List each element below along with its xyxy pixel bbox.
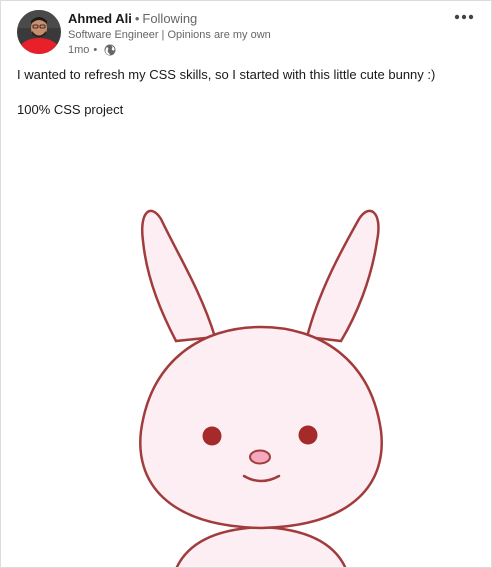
author-name-row: Ahmed Ali • Following	[68, 11, 197, 27]
post-text-line: I wanted to refresh my CSS skills, so I …	[17, 67, 436, 82]
time-separator: •	[93, 44, 98, 56]
bunny-left-eye	[202, 426, 222, 446]
bunny-illustration	[139, 209, 383, 567]
name-separator: •	[134, 11, 140, 26]
more-options-button[interactable]	[453, 9, 475, 25]
globe-icon	[104, 44, 116, 56]
author-headline: Software Engineer | Opinions are my own	[68, 29, 271, 41]
author-name[interactable]: Ahmed Ali	[68, 11, 132, 26]
bunny-body	[175, 525, 347, 567]
post-text-line: 100% CSS project	[17, 102, 124, 117]
post-time[interactable]: 1mo	[68, 43, 89, 57]
bunny-head	[139, 325, 383, 530]
bunny-nose	[249, 449, 271, 465]
bunny-right-ear	[305, 209, 380, 343]
avatar-image	[17, 10, 61, 54]
more-options-icon	[454, 14, 474, 20]
follow-status: Following	[142, 11, 198, 26]
avatar[interactable]	[17, 10, 61, 54]
bunny-left-ear	[140, 209, 217, 343]
bunny-right-eye	[298, 425, 318, 445]
post-meta: 1mo •	[68, 43, 116, 57]
post-image[interactable]	[1, 141, 491, 567]
post-card: Ahmed Ali • Following Software Engineer | …	[0, 0, 492, 568]
